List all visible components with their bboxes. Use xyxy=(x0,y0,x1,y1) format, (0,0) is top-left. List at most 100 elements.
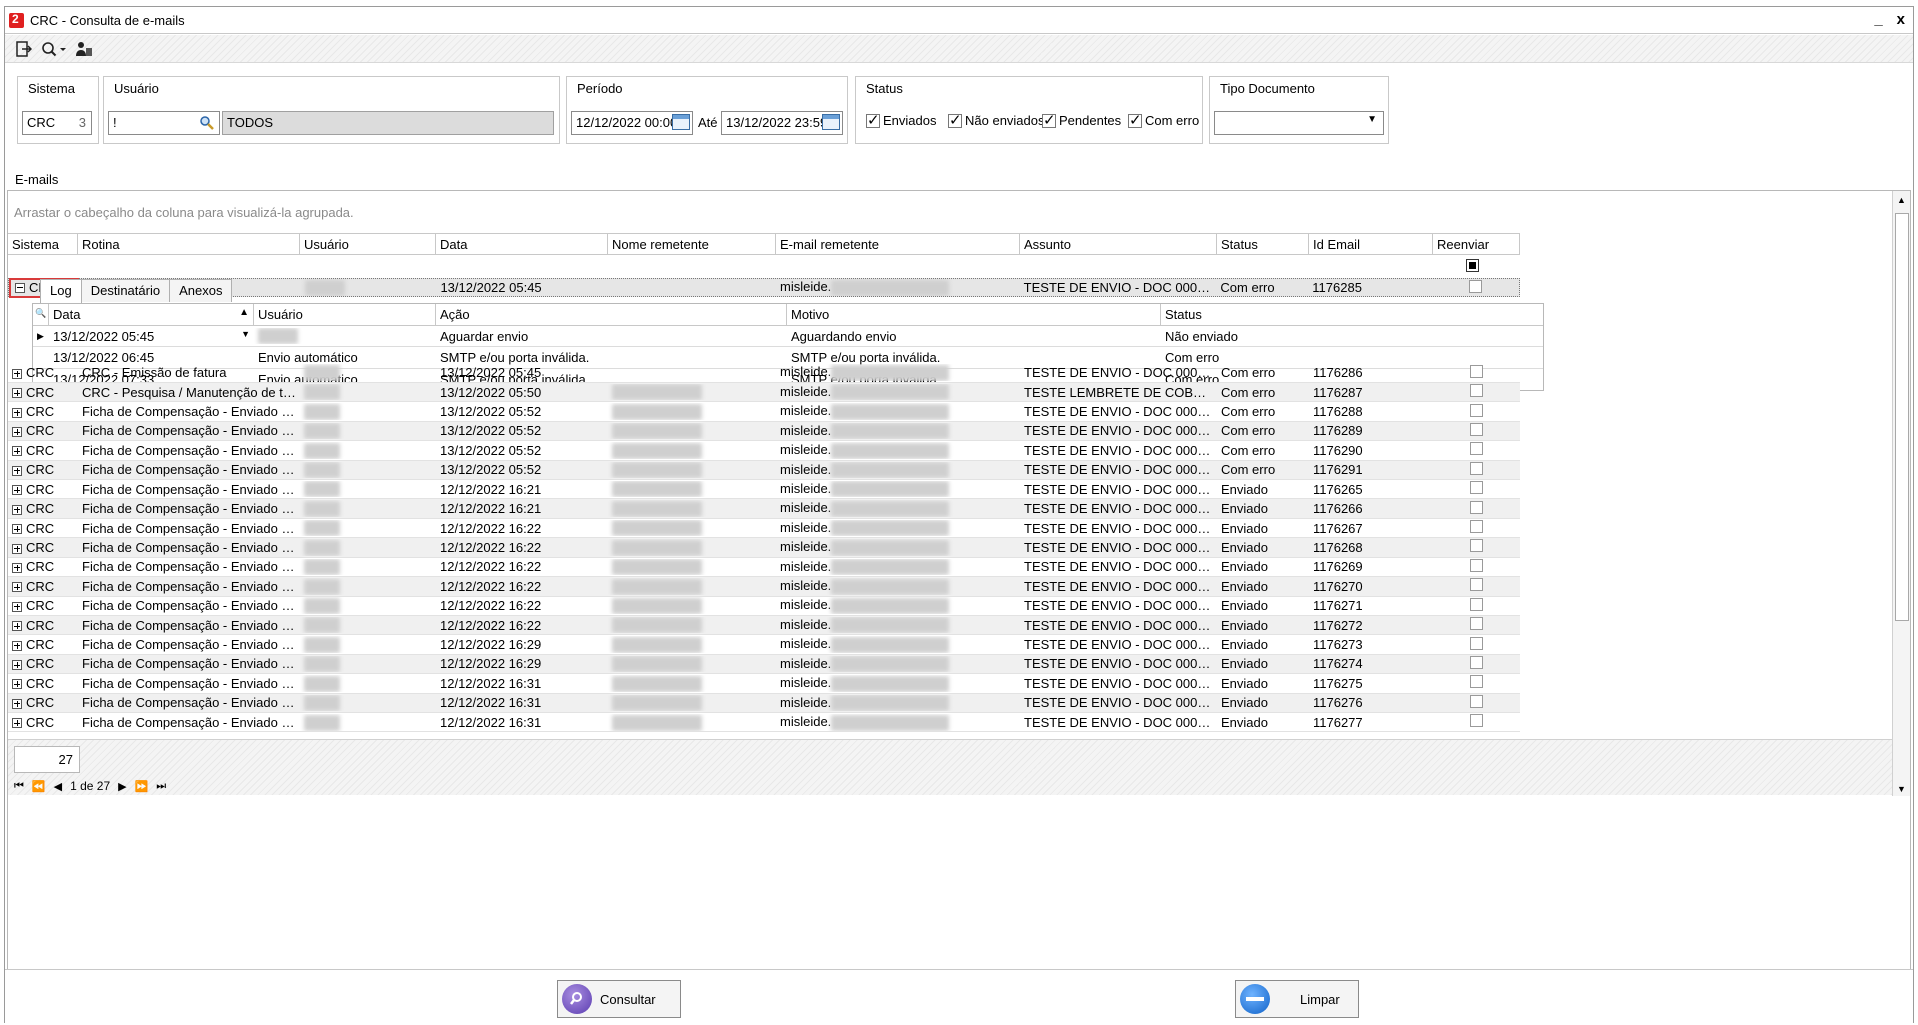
expand-icon[interactable] xyxy=(12,640,22,651)
col-rotina[interactable]: Rotina xyxy=(78,234,300,254)
reenviar-checkbox[interactable] xyxy=(1470,481,1483,495)
status-com-erro-checkbox[interactable]: Com erro xyxy=(1128,111,1199,129)
reenviar-checkbox[interactable] xyxy=(1470,384,1483,398)
next-page-icon[interactable]: ▶ xyxy=(118,780,126,793)
table-row[interactable]: CRC Ficha de Compensação - Enviado com a … xyxy=(8,674,1520,694)
expand-icon[interactable] xyxy=(12,388,22,399)
reenviar-checkbox[interactable] xyxy=(1470,539,1483,553)
expand-icon[interactable] xyxy=(12,718,22,729)
expand-icon[interactable] xyxy=(12,504,22,515)
user-icon[interactable] xyxy=(73,39,95,59)
table-row[interactable]: CRC Ficha de Compensação - Enviado com a … xyxy=(8,635,1520,655)
tab-destinatario[interactable]: Destinatário xyxy=(80,279,171,302)
expand-icon[interactable] xyxy=(12,427,22,437)
prev-page-icon[interactable]: ◀ xyxy=(54,780,62,793)
calendar-icon[interactable] xyxy=(822,114,840,130)
table-row[interactable]: CRC Ficha de Compensação - Enviado com a … xyxy=(8,441,1520,461)
calendar-icon[interactable] xyxy=(672,114,690,130)
col-status[interactable]: Status xyxy=(1217,234,1309,254)
chevron-down-icon[interactable]: ▼ xyxy=(241,329,250,339)
reenviar-select-all-checkbox[interactable] xyxy=(1466,259,1479,272)
expand-icon[interactable] xyxy=(12,562,22,573)
col-usuario[interactable]: Usuário xyxy=(300,234,436,254)
tipo-documento-select[interactable]: ▼ xyxy=(1214,111,1384,135)
status-enviados-checkbox[interactable]: Enviados xyxy=(866,111,936,129)
first-page-icon[interactable]: ⏮ xyxy=(14,780,24,793)
expand-icon[interactable] xyxy=(12,407,22,418)
expand-icon[interactable] xyxy=(12,660,22,671)
table-row[interactable]: CRC Ficha de Compensação - Enviado com a … xyxy=(8,713,1520,733)
scrollbar-thumb[interactable] xyxy=(1895,213,1909,621)
expand-icon[interactable] xyxy=(12,485,22,496)
table-row[interactable]: CRC Ficha de Compensação - Enviado com a … xyxy=(8,402,1520,422)
table-row[interactable]: CRC CRC - Emissão de fatura 13/12/2022 05:… xyxy=(8,364,1520,383)
sistema-field[interactable]: CRC 3 xyxy=(22,111,92,135)
log-col-status[interactable]: Status xyxy=(1161,304,1543,325)
reenviar-checkbox[interactable] xyxy=(1470,442,1483,456)
table-row[interactable]: CRC Ficha de Compensação - Enviado com a … xyxy=(8,519,1520,539)
reenviar-checkbox[interactable] xyxy=(1470,558,1483,572)
reenviar-checkbox[interactable] xyxy=(1470,364,1483,378)
search-icon[interactable]: 🔍 xyxy=(33,304,49,325)
col-sistema[interactable]: Sistema xyxy=(8,234,78,254)
reenviar-checkbox[interactable] xyxy=(1470,694,1483,708)
last-page-icon[interactable]: ⏭ xyxy=(156,780,166,793)
scroll-up-icon[interactable]: ▲ xyxy=(1897,195,1906,205)
reenviar-checkbox[interactable] xyxy=(1470,422,1483,436)
table-row[interactable]: CRC Ficha de Compensação - Enviado com a … xyxy=(8,577,1520,597)
col-email-remetente[interactable]: E-mail remetente xyxy=(776,234,1020,254)
expand-icon[interactable] xyxy=(12,543,22,554)
reenviar-checkbox[interactable] xyxy=(1470,617,1483,631)
expand-icon[interactable] xyxy=(12,679,22,690)
reenviar-checkbox[interactable] xyxy=(1470,500,1483,514)
log-row[interactable]: ▶ 13/12/2022 05:45 ▼ Aguardar envio Aguar… xyxy=(33,326,1543,348)
col-id-email[interactable]: Id Email xyxy=(1309,234,1433,254)
expand-icon[interactable] xyxy=(12,524,22,535)
reenviar-checkbox[interactable] xyxy=(1470,636,1483,650)
col-reenviar[interactable]: Reenviar xyxy=(1433,234,1520,254)
status-pendentes-checkbox[interactable]: Pendentes xyxy=(1042,111,1121,129)
col-assunto[interactable]: Assunto xyxy=(1020,234,1217,254)
log-row-data[interactable]: 13/12/2022 05:45 ▼ xyxy=(49,329,254,344)
expand-icon[interactable] xyxy=(12,465,22,476)
usuario-input[interactable]: ! xyxy=(108,111,220,135)
table-row[interactable]: CRC Ficha de Compensação - Enviado com a … xyxy=(8,597,1520,616)
grid-scrollbar[interactable]: ▲ ▼ xyxy=(1892,191,1910,796)
table-row[interactable]: CRC CRC - Pesquisa / Manutenção de título… xyxy=(8,382,1520,403)
table-row[interactable]: CRC Ficha de Compensação - Enviado com a … xyxy=(8,421,1520,442)
consultar-button[interactable]: Consultar xyxy=(557,980,681,1018)
col-data[interactable]: Data xyxy=(436,234,608,254)
reenviar-checkbox[interactable] xyxy=(1470,714,1483,728)
table-row[interactable]: CRC Ficha de Compensação - Enviado com a … xyxy=(8,499,1520,519)
log-col-acao[interactable]: Ação xyxy=(436,304,787,325)
table-row[interactable]: CRC Ficha de Compensação - Enviado com a … xyxy=(8,654,1520,675)
table-row[interactable]: CRC Ficha de Compensação - Enviado com a … xyxy=(8,480,1520,500)
tab-log[interactable]: Log xyxy=(40,279,82,304)
scroll-down-icon[interactable]: ▼ xyxy=(1897,784,1906,794)
reenviar-checkbox[interactable] xyxy=(1470,403,1483,417)
search-icon[interactable] xyxy=(39,39,69,59)
prev-page-fast-icon[interactable]: ⏪ xyxy=(32,780,46,793)
expand-icon[interactable] xyxy=(12,368,22,379)
expand-icon[interactable] xyxy=(12,446,22,457)
table-row[interactable]: CRC Ficha de Compensação - Enviado com a … xyxy=(8,460,1520,480)
tab-anexos[interactable]: Anexos xyxy=(169,279,233,302)
expand-icon[interactable] xyxy=(12,621,22,632)
log-col-motivo[interactable]: Motivo xyxy=(787,304,1161,325)
reenviar-checkbox[interactable] xyxy=(1470,655,1483,669)
next-page-fast-icon[interactable]: ⏩ xyxy=(135,780,149,793)
log-col-usuario[interactable]: Usuário xyxy=(254,304,436,325)
table-row[interactable]: CRC Ficha de Compensação - Enviado com a … xyxy=(8,693,1520,714)
exit-icon[interactable] xyxy=(13,39,35,59)
close-button[interactable]: x xyxy=(1897,11,1905,28)
table-row[interactable]: CRC Ficha de Compensação - Enviado com a … xyxy=(8,558,1520,578)
status-nao-enviados-checkbox[interactable]: Não enviados xyxy=(948,111,1045,129)
col-nome-remetente[interactable]: Nome remetente xyxy=(608,234,776,254)
search-icon[interactable] xyxy=(199,115,215,131)
reenviar-checkbox[interactable] xyxy=(1470,461,1483,475)
table-row[interactable]: CRC Ficha de Compensação - Enviado com a … xyxy=(8,538,1520,558)
minimize-button[interactable]: _ xyxy=(1874,11,1882,28)
collapse-icon[interactable] xyxy=(15,282,25,293)
reenviar-checkbox[interactable] xyxy=(1470,578,1483,592)
reenviar-checkbox[interactable] xyxy=(1470,597,1483,611)
